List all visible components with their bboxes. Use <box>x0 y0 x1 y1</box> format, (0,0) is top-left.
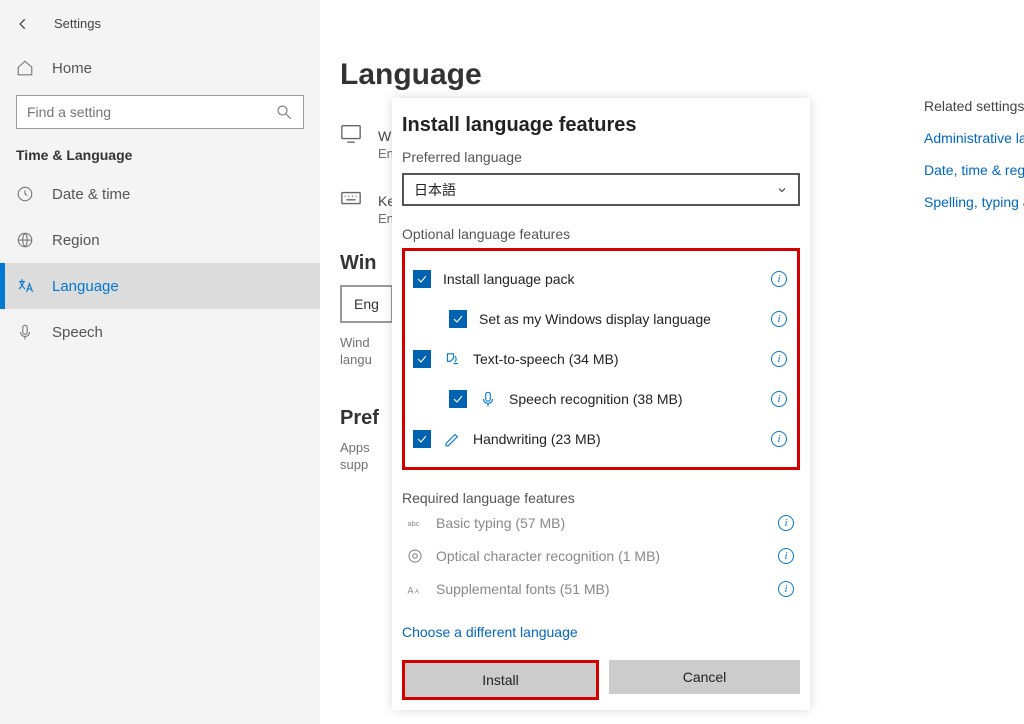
required-label: Basic typing (57 MB) <box>436 515 766 531</box>
tts-icon <box>443 350 461 368</box>
mic-icon <box>16 323 34 341</box>
language-select-value: 日本語 <box>414 180 456 200</box>
checkbox-display-language[interactable] <box>449 310 467 328</box>
sidebar-item-label: Region <box>52 232 100 249</box>
info-icon[interactable]: i <box>771 271 787 287</box>
sidebar-group-title: Time & Language <box>0 143 320 171</box>
sidebar-home[interactable]: Home <box>0 49 320 87</box>
checkbox-handwriting[interactable] <box>413 430 431 448</box>
clock-icon <box>16 185 34 203</box>
dialog-buttons: Install Cancel <box>402 660 800 700</box>
settings-title: Settings <box>54 16 101 31</box>
cancel-button[interactable]: Cancel <box>609 660 800 694</box>
info-icon[interactable]: i <box>771 391 787 407</box>
back-icon[interactable] <box>16 17 30 31</box>
required-basic-typing: abc Basic typing (57 MB) i <box>402 506 800 539</box>
info-icon[interactable]: i <box>778 581 794 597</box>
globe-icon <box>16 231 34 249</box>
language-icon <box>16 277 34 295</box>
pen-icon <box>443 430 461 448</box>
install-language-dialog: Install language features Preferred lang… <box>392 98 810 710</box>
sidebar-item-language[interactable]: Language <box>0 263 320 309</box>
chevron-down-icon <box>776 184 788 196</box>
feature-handwriting: Handwriting (23 MB) i <box>409 419 793 459</box>
feature-tts: Text-to-speech (34 MB) i <box>409 339 793 379</box>
search-icon <box>275 103 293 121</box>
svg-text:A: A <box>415 590 419 596</box>
feature-speech-recognition: Speech recognition (38 MB) i <box>409 379 793 419</box>
svg-text:abc: abc <box>408 519 420 528</box>
sidebar-header: Settings <box>0 12 320 49</box>
choose-different-language-link[interactable]: Choose a different language <box>402 624 800 640</box>
info-icon[interactable]: i <box>778 548 794 564</box>
feature-label: Speech recognition (38 MB) <box>509 391 759 407</box>
ocr-icon <box>406 547 424 565</box>
search-input[interactable] <box>27 104 267 120</box>
install-button-highlight: Install <box>402 660 599 700</box>
checkbox-language-pack[interactable] <box>413 270 431 288</box>
display-language-dropdown[interactable]: Eng <box>340 285 393 323</box>
svg-text:A: A <box>408 586 414 596</box>
feature-label: Set as my Windows display language <box>479 311 759 327</box>
home-icon <box>16 59 34 77</box>
sidebar-item-label: Date & time <box>52 186 130 203</box>
required-fonts: AA Supplemental fonts (51 MB) i <box>402 573 800 606</box>
keyboard-icon <box>340 187 362 209</box>
required-ocr: Optical character recognition (1 MB) i <box>402 540 800 573</box>
display-icon <box>340 122 362 144</box>
optional-features-box: Install language pack i Set as my Window… <box>402 248 800 470</box>
feature-label: Handwriting (23 MB) <box>473 431 759 447</box>
preferred-language-label: Preferred language <box>402 149 800 165</box>
feature-label: Text-to-speech (34 MB) <box>473 351 759 367</box>
sidebar-item-label: Language <box>52 278 119 295</box>
related-link-admin[interactable]: Administrative language settings <box>924 130 1024 146</box>
info-icon[interactable]: i <box>771 431 787 447</box>
font-icon: AA <box>406 580 424 598</box>
dialog-title: Install language features <box>402 114 800 137</box>
feature-label: Install language pack <box>443 271 759 287</box>
related-heading: Related settings <box>924 98 1024 114</box>
display-language-value: Eng <box>354 296 379 312</box>
required-label: Supplemental fonts (51 MB) <box>436 581 766 597</box>
feature-display-language: Set as my Windows display language i <box>409 299 793 339</box>
feature-language-pack: Install language pack i <box>409 259 793 299</box>
required-features-label: Required language features <box>402 490 800 506</box>
related-link-datetime[interactable]: Date, time & regional formatting <box>924 162 1024 178</box>
sidebar-item-region[interactable]: Region <box>0 217 320 263</box>
sidebar-home-label: Home <box>52 60 92 77</box>
info-icon[interactable]: i <box>778 515 794 531</box>
optional-features-label: Optional language features <box>402 226 800 242</box>
install-button[interactable]: Install <box>405 663 596 697</box>
info-icon[interactable]: i <box>771 351 787 367</box>
required-label: Optical character recognition (1 MB) <box>436 548 766 564</box>
sidebar-item-speech[interactable]: Speech <box>0 309 320 355</box>
checkbox-tts[interactable] <box>413 350 431 368</box>
related-link-spelling[interactable]: Spelling, typing & keyboard settings <box>924 194 1024 210</box>
sidebar: Settings Home Time & Language Date & tim… <box>0 0 320 724</box>
mic-icon <box>479 390 497 408</box>
checkbox-speech[interactable] <box>449 390 467 408</box>
sidebar-item-label: Speech <box>52 324 103 341</box>
sidebar-search[interactable] <box>16 95 304 129</box>
abc-icon: abc <box>406 514 424 532</box>
info-icon[interactable]: i <box>771 311 787 327</box>
language-select[interactable]: 日本語 <box>402 173 800 206</box>
sidebar-item-datetime[interactable]: Date & time <box>0 171 320 217</box>
related-links: Related settings Administrative language… <box>924 98 1024 210</box>
page-title: Language <box>340 58 1024 92</box>
